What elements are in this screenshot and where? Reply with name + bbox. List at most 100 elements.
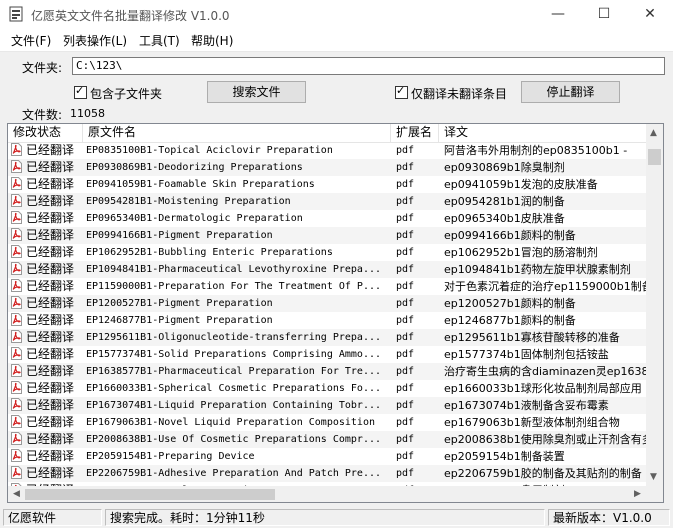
column-header-status[interactable]: 修改状态 [8,124,83,142]
extension-cell: pdf [396,332,415,343]
file-count-label: 文件数: [22,108,63,122]
extension-cell: pdf [396,196,415,207]
pdf-file-icon [11,228,22,241]
scroll-left-icon[interactable]: ◀ [13,489,20,499]
maximize-button[interactable]: ☐ [581,0,627,29]
pdf-file-icon [11,364,22,377]
table-row[interactable]: 已经翻译 EP0965340B1-Dermatologic Preparation… [8,210,648,227]
status-text: 已经翻译 [26,143,75,157]
status-cell: 已经翻译 [11,329,86,346]
only-untranslated-checkbox[interactable]: ✓ [395,84,408,99]
extension-cell: pdf [396,468,415,479]
filename-cell: EP1660033B1-Spherical Cosmetic Preparati… [86,383,382,394]
menu-tools[interactable]: 工具(T) [139,32,180,49]
translation-cell: ep0994166b1颜料的制备 [444,229,576,242]
menu-list-operations[interactable]: 列表操作(L) [63,32,127,49]
translation-cell: ep1577374b1固体制剂包括铵盐 [444,348,609,361]
title-bar[interactable]: 亿愿英文文件名批量翻译修改 V1.0.0 — ☐ ✕ [0,0,673,29]
table-row[interactable]: 已经翻译 EP1660033B1-Spherical Cosmetic Prepa… [8,380,648,397]
extension-cell: pdf [396,230,415,241]
status-text: 已经翻译 [26,245,75,259]
pdf-file-icon [11,415,22,428]
status-text: 已经翻译 [26,211,75,225]
table-row[interactable]: 已经翻译 EP1094841B1-Pharmaceutical Levothyro… [8,261,648,278]
search-files-button[interactable]: 搜索文件 [207,81,306,103]
table-row[interactable]: 已经翻译 EP1577374B1-Solid Preparations Compr… [8,346,648,363]
table-row[interactable]: 已经翻译 EP2008638B1-Use Of Cosmetic Preparat… [8,431,648,448]
translation-cell: ep0965340b1皮肤准备 [444,212,565,225]
extension-cell: pdf [396,213,415,224]
table-row[interactable]: 已经翻译 EP0930869B1-Deodorizing Preparations… [8,159,648,176]
scroll-down-icon[interactable]: ▼ [650,472,657,482]
filename-cell: EP1577374B1-Solid Preparations Comprisin… [86,349,382,360]
filename-cell: EP1638577B1-Pharmaceutical Preparation F… [86,366,382,377]
table-row[interactable]: 已经翻译 EP1200527B1-Pigment Preparation pdf ep… [8,295,648,312]
status-text: 已经翻译 [26,296,75,310]
status-text: 已经翻译 [26,449,75,463]
menu-help[interactable]: 帮助(H) [191,32,233,49]
status-text: 已经翻译 [26,228,75,242]
folder-label: 文件夹: [22,61,63,75]
status-text: 已经翻译 [26,347,75,361]
table-row[interactable]: 已经翻译 EP0941059B1-Foamable Skin Preparatio… [8,176,648,193]
table-row[interactable]: 已经翻译 EP2206759B1-Adhesive Preparation And… [8,465,648,482]
extension-cell: pdf [396,247,415,258]
pdf-file-icon [11,347,22,360]
filename-cell: EP1200527B1-Pigment Preparation [86,298,273,309]
vertical-scrollbar[interactable]: ▲ ▼ [646,124,663,486]
column-header-extension[interactable]: 扩展名 [391,124,439,142]
minimize-button[interactable]: — [535,0,581,29]
check-icon: ✓ [75,84,85,97]
table-row[interactable]: 已经翻译 EP0954281B1-Moistening Preparation pd… [8,193,648,210]
app-logo-icon [9,6,23,22]
file-list-table[interactable]: 修改状态 原文件名 扩展名 译文 已经翻译 EP0835100B1-Topical… [7,123,664,503]
status-cell: 已经翻译 [11,295,86,312]
pdf-file-icon [11,262,22,275]
table-row[interactable]: 已经翻译 EP1638577B1-Pharmaceutical Preparati… [8,363,648,380]
status-text: 已经翻译 [26,160,75,174]
pdf-file-icon [11,432,22,445]
folder-path-input[interactable]: C:\123\ [72,57,665,75]
include-subfolders-checkbox[interactable]: ✓ [74,84,87,99]
status-text: 已经翻译 [26,364,75,378]
table-row[interactable]: 已经翻译 EP1295611B1-Oligonucleotide-transfer… [8,329,648,346]
filename-cell: EP1295611B1-Oligonucleotide-transferring… [86,332,382,343]
pdf-file-icon [11,143,22,156]
filename-cell: EP2206759B1-Adhesive Preparation And Pat… [86,468,382,479]
horizontal-scroll-thumb[interactable] [25,489,275,500]
filename-cell: EP1159000B1-Preparation For The Treatmen… [86,281,382,292]
check-icon: ✓ [396,84,406,97]
extension-cell: pdf [396,145,415,156]
pdf-file-icon [11,449,22,462]
translation-cell: ep1660033b1球形化妆品制剂局部应用 [444,382,642,395]
status-cell: 已经翻译 [11,159,86,176]
status-cell: 已经翻译 [11,414,86,431]
table-row[interactable]: 已经翻译 EP1246877B1-Pigment Preparation pdf ep… [8,312,648,329]
stop-translation-button[interactable]: 停止翻译 [521,81,620,103]
table-row[interactable]: 已经翻译 EP2059154B1-Preparing Device pdf ep205… [8,448,648,465]
vertical-scroll-thumb[interactable] [648,149,661,165]
table-row[interactable]: 已经翻译 EP0835100B1-Topical Aciclovir Prepar… [8,142,648,159]
table-row[interactable]: 已经翻译 EP1159000B1-Preparation For The Trea… [8,278,648,295]
column-header-filename[interactable]: 原文件名 [83,124,391,142]
table-row[interactable]: 已经翻译 EP1673074B1-Liquid Preparation Conta… [8,397,648,414]
status-text: 已经翻译 [26,330,75,344]
pdf-file-icon [11,160,22,173]
close-button[interactable]: ✕ [627,0,673,29]
filename-cell: EP1246877B1-Pigment Preparation [86,315,273,326]
status-cell: 已经翻译 [11,227,86,244]
horizontal-scrollbar[interactable]: ◀ ▶ [8,486,648,502]
table-row[interactable]: 已经翻译 EP1062952B1-Bubbling Enteric Prepara… [8,244,648,261]
include-subfolders-label: 包含子文件夹 [90,87,163,101]
status-cell: 已经翻译 [11,397,86,414]
status-cell: 已经翻译 [11,193,86,210]
scroll-up-icon[interactable]: ▲ [650,128,657,138]
status-cell: 已经翻译 [11,261,86,278]
scroll-right-icon[interactable]: ▶ [634,489,641,499]
extension-cell: pdf [396,264,415,275]
table-row[interactable]: 已经翻译 EP1679063B1-Novel Liquid Preparation… [8,414,648,431]
column-header-translation[interactable]: 译文 [439,124,648,142]
filename-cell: EP1679063B1-Novel Liquid Preparation Com… [86,417,375,428]
menu-file[interactable]: 文件(F) [11,32,51,49]
table-row[interactable]: 已经翻译 EP0994166B1-Pigment Preparation pdf ep… [8,227,648,244]
